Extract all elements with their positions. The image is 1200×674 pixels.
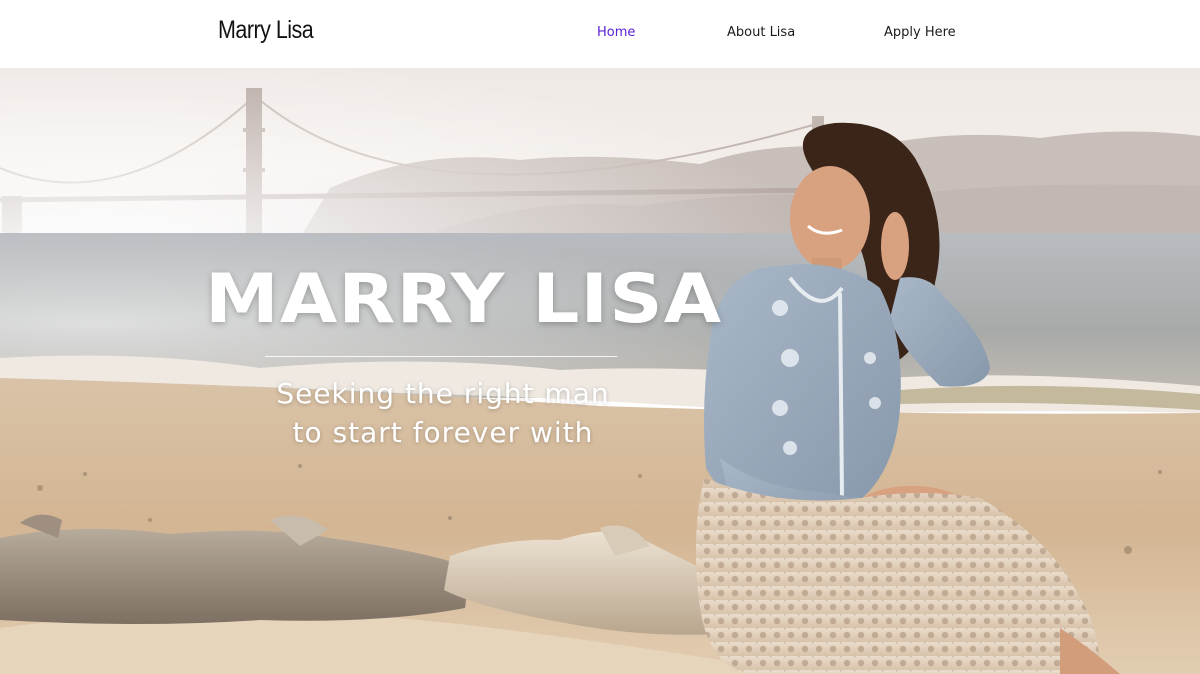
- hero-subtitle-line-2: to start forever with: [292, 416, 594, 449]
- nav-about-lisa[interactable]: About Lisa: [727, 25, 795, 40]
- site-header: Marry Lisa Home About Lisa Apply Here: [0, 0, 1200, 68]
- hero-divider: [265, 356, 617, 357]
- hero-subtitle: Seeking the right man to start forever w…: [248, 374, 638, 452]
- nav-apply-here[interactable]: Apply Here: [884, 25, 956, 40]
- hero-section: MARRY LISA Seeking the right man to star…: [0, 68, 1200, 674]
- hero-title: MARRY LISA: [205, 260, 723, 339]
- nav-home[interactable]: Home: [597, 25, 635, 40]
- hero-subtitle-line-1: Seeking the right man: [276, 377, 610, 410]
- hero-background-photo: [0, 68, 1200, 674]
- site-logo[interactable]: Marry Lisa: [218, 16, 314, 45]
